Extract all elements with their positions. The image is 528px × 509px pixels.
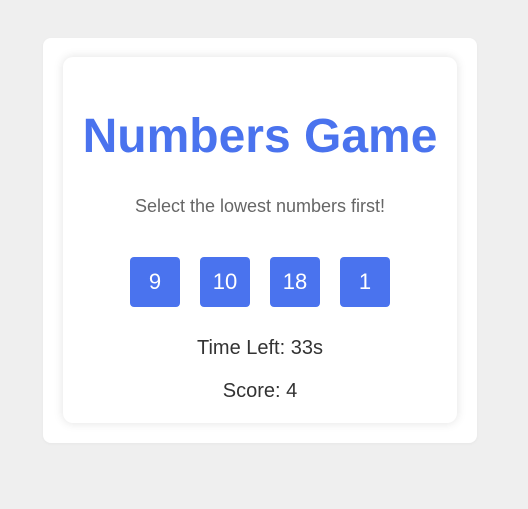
number-button[interactable]: 18 [270,257,320,307]
game-container: Numbers Game Select the lowest numbers f… [43,38,477,443]
score-value: 4 [286,380,298,402]
score: Score: 4 [63,380,457,402]
number-button[interactable]: 10 [200,257,250,307]
time-left: Time Left: 33s [63,337,457,359]
number-button[interactable]: 1 [340,257,390,307]
game-instruction: Select the lowest numbers first! [134,196,386,216]
game-title: Numbers Game [82,110,438,163]
time-left-value: 33s [290,337,323,359]
score-label: Score: [222,380,287,402]
game-card: Numbers Game Select the lowest numbers f… [63,57,457,423]
number-button[interactable]: 9 [130,257,180,307]
time-left-label: Time Left: [197,337,291,359]
number-buttons: 9 10 18 1 [63,257,457,307]
